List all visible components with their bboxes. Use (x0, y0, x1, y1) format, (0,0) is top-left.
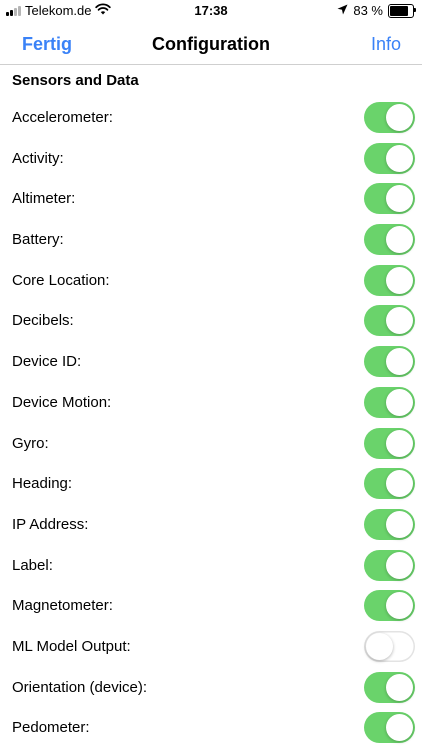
settings-row: Altimeter: (0, 179, 422, 220)
battery-percent: 83 % (353, 3, 383, 18)
toggle-knob (386, 144, 413, 172)
row-label: Core Location: (12, 271, 110, 289)
settings-row: Orientation (device): (0, 668, 422, 709)
toggle-switch[interactable] (364, 590, 415, 622)
settings-row: Gyro: (0, 424, 422, 465)
settings-row: Accelerometer: (0, 98, 422, 139)
toggle-knob (386, 714, 413, 742)
toggle-switch[interactable] (364, 346, 415, 378)
toggle-knob (386, 592, 413, 620)
battery-fill (390, 5, 409, 16)
toggle-knob (386, 470, 413, 498)
nav-divider (0, 64, 422, 65)
settings-row: Activity: (0, 139, 422, 180)
row-label: Orientation (device): (12, 678, 148, 696)
toggle-switch[interactable] (364, 427, 415, 459)
toggle-switch[interactable] (364, 549, 415, 581)
toggle-knob (386, 429, 413, 457)
signal-icon (6, 5, 21, 16)
settings-row: Device ID: (0, 342, 422, 383)
toggle-knob (386, 348, 413, 376)
settings-row: Heading: (0, 464, 422, 505)
toggle-switch[interactable] (364, 183, 415, 215)
toggle-switch[interactable] (364, 224, 415, 256)
toggle-knob (386, 185, 413, 213)
row-label: Battery: (12, 231, 64, 249)
toggle-knob (386, 673, 413, 701)
settings-row: Device Motion: (0, 383, 422, 424)
status-left: Telekom.de (6, 3, 112, 18)
section-header: Sensors and Data (12, 72, 139, 89)
info-button[interactable]: Info (371, 34, 401, 55)
toggle-switch[interactable] (364, 712, 415, 744)
settings-row: Decibels: (0, 301, 422, 342)
settings-row: Battery: (0, 220, 422, 261)
row-label: Device ID: (12, 353, 82, 371)
row-label: Gyro: (12, 434, 49, 452)
done-button[interactable]: Fertig (22, 34, 72, 55)
toggle-switch[interactable] (364, 671, 415, 703)
toggle-knob (386, 388, 413, 416)
settings-row: Label: (0, 546, 422, 587)
row-label: Heading: (12, 475, 73, 493)
toggle-knob (386, 266, 413, 294)
row-label: ML Model Output: (12, 637, 131, 655)
toggle-switch[interactable] (364, 264, 415, 296)
settings-row: Magnetometer: (0, 586, 422, 627)
toggle-knob (386, 307, 413, 335)
status-bar: Telekom.de 17:38 83 % (0, 0, 422, 22)
toggle-knob (386, 104, 413, 131)
carrier-label: Telekom.de (25, 3, 92, 18)
row-label: Decibels: (12, 312, 74, 330)
row-label: Pedometer: (12, 719, 90, 737)
toggle-switch[interactable] (364, 630, 415, 662)
toggle-knob (386, 551, 413, 579)
settings-row: ML Model Output: (0, 627, 422, 668)
toggle-switch[interactable] (364, 102, 415, 133)
toggle-knob (366, 632, 393, 660)
settings-row: Pedometer: (0, 708, 422, 749)
row-label: Magnetometer: (12, 597, 113, 615)
toggle-knob (386, 226, 413, 254)
toggle-knob (386, 510, 413, 538)
row-label: Activity: (12, 149, 64, 167)
status-right: 83 % (337, 3, 416, 18)
toggle-switch[interactable] (364, 508, 415, 540)
row-label: IP Address: (12, 515, 89, 533)
battery-icon (388, 3, 416, 18)
row-label: Device Motion: (12, 393, 112, 411)
navigation-bar: Fertig Configuration Info (0, 22, 422, 66)
location-arrow-icon (337, 3, 348, 18)
toggle-switch[interactable] (364, 305, 415, 337)
settings-row: Core Location: (0, 261, 422, 302)
toggle-switch[interactable] (364, 386, 415, 418)
row-label: Altimeter: (12, 190, 76, 208)
settings-row: IP Address: (0, 505, 422, 546)
toggle-switch[interactable] (364, 142, 415, 174)
toggle-switch[interactable] (364, 468, 415, 500)
row-label: Accelerometer: (12, 109, 113, 126)
settings-list: Accelerometer: Activity: Altimeter: Battery… (0, 98, 422, 749)
row-label: Label: (12, 556, 53, 574)
wifi-icon (95, 3, 112, 18)
